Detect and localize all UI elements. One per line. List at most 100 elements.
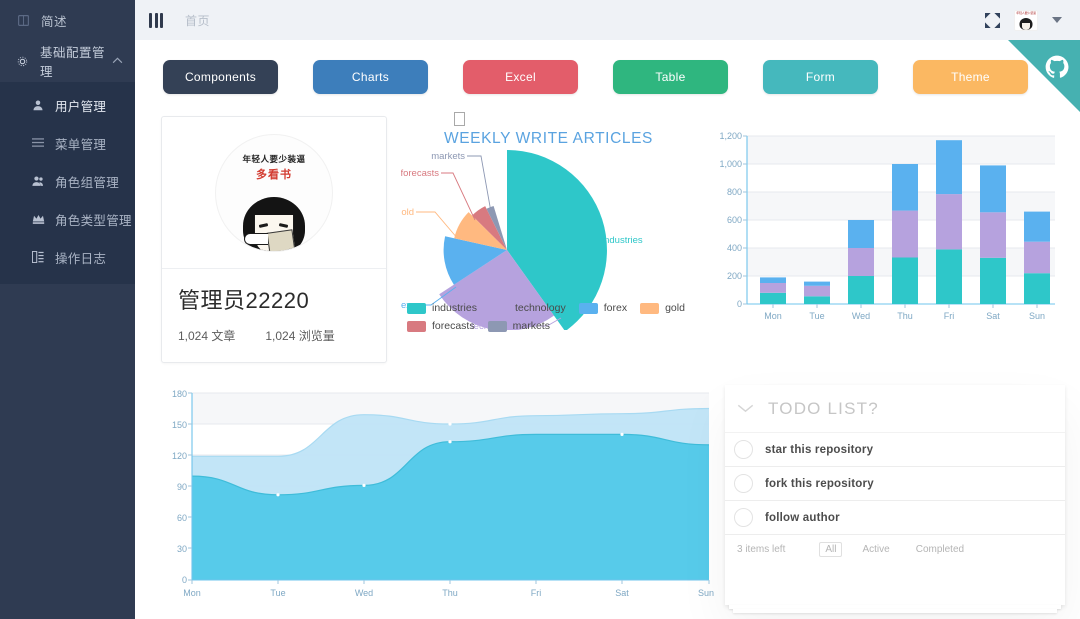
bar-chart-svg[interactable]: 0 200 400 600 800 1,000 1,200 Mon Tue We… bbox=[705, 124, 1065, 339]
pie-label-markets: markets bbox=[431, 151, 465, 162]
bar-y-ticks bbox=[743, 135, 747, 305]
pie-label-industries: industries bbox=[602, 235, 643, 246]
avatar-caption: 年轻人要少装逼 bbox=[1016, 10, 1036, 15]
svg-text:0: 0 bbox=[737, 299, 742, 309]
bar-segment-series-3[interactable] bbox=[892, 164, 918, 211]
svg-text:Sun: Sun bbox=[698, 588, 714, 598]
legend-item-technology[interactable]: technology bbox=[489, 302, 566, 314]
bar-column-wed[interactable] bbox=[848, 220, 874, 304]
legend-item-gold[interactable]: gold bbox=[640, 302, 685, 314]
todo-checkbox[interactable] bbox=[734, 508, 753, 527]
bar-segment-series-1[interactable] bbox=[1024, 273, 1050, 304]
avatar[interactable]: 年轻人要少装逼 bbox=[1014, 9, 1038, 31]
bar-segment-series-2[interactable] bbox=[936, 194, 962, 250]
bar-column-thu[interactable] bbox=[892, 164, 918, 304]
topbar: 首页 年轻人要少装逼 bbox=[135, 0, 1080, 40]
svg-text:Tue: Tue bbox=[809, 311, 824, 321]
bar-segment-series-2[interactable] bbox=[1024, 241, 1050, 274]
components-button[interactable]: Components bbox=[163, 60, 278, 94]
bar-segment-series-3[interactable] bbox=[980, 165, 1006, 213]
list-icon bbox=[30, 138, 46, 148]
missing-glyph-box bbox=[454, 112, 465, 126]
legend-item-markets[interactable]: markets bbox=[487, 320, 550, 332]
todo-item[interactable]: star this repository bbox=[725, 433, 1065, 467]
legend-label: gold bbox=[665, 302, 685, 314]
todo-filter-active[interactable]: Active bbox=[856, 542, 895, 557]
svg-text:Mon: Mon bbox=[183, 588, 201, 598]
bar-segment-series-1[interactable] bbox=[980, 257, 1006, 304]
svg-text:30: 30 bbox=[177, 544, 187, 554]
bar-segment-series-1[interactable] bbox=[848, 276, 874, 304]
bar-segment-series-2[interactable] bbox=[848, 248, 874, 276]
bar-column-tue[interactable] bbox=[804, 281, 830, 304]
bar-segment-series-3[interactable] bbox=[804, 281, 830, 286]
sidebar-item-label: 角色组管理 bbox=[55, 175, 120, 190]
form-button[interactable]: Form bbox=[763, 60, 878, 94]
bar-segment-series-3[interactable] bbox=[848, 220, 874, 248]
users-icon bbox=[30, 175, 46, 187]
user-card-body: 管理员22220 1,024 文章 1,024 浏览量 bbox=[162, 269, 386, 362]
todo-checkbox[interactable] bbox=[734, 474, 753, 493]
github-corner-ribbon[interactable] bbox=[1008, 40, 1080, 112]
legend-label: industries bbox=[432, 302, 477, 314]
pie-leader-forecasts bbox=[441, 172, 476, 221]
bar-segment-series-1[interactable] bbox=[760, 292, 786, 304]
breadcrumb[interactable]: 首页 bbox=[185, 12, 210, 29]
charts-button[interactable]: Charts bbox=[313, 60, 428, 94]
todo-item[interactable]: follow author bbox=[725, 501, 1065, 535]
svg-text:800: 800 bbox=[727, 187, 742, 197]
user-icon bbox=[30, 99, 46, 111]
meme-arm bbox=[244, 232, 268, 245]
bar-segment-series-3[interactable] bbox=[936, 140, 962, 195]
todo-footer: 3 items left All Active Completed bbox=[725, 535, 1065, 563]
sidebar-brand[interactable]: 简述 bbox=[0, 0, 135, 40]
bar-segment-series-1[interactable] bbox=[892, 257, 918, 305]
todo-checkbox[interactable] bbox=[734, 440, 753, 459]
bar-segment-series-3[interactable] bbox=[760, 277, 786, 283]
bar-segment-series-2[interactable] bbox=[804, 285, 830, 297]
sidebar-item-operation-log[interactable]: 操作日志 bbox=[0, 238, 135, 276]
table-button[interactable]: Table bbox=[613, 60, 728, 94]
bar-x-ticklabels: Mon Tue Wed Thu Fri Sat Sun bbox=[764, 311, 1045, 321]
todo-title: TODO LIST? bbox=[768, 398, 879, 418]
hamburger-icon[interactable] bbox=[149, 12, 163, 28]
area-x-ticklabels: Mon Tue Wed Thu Fri Sat Sun bbox=[183, 588, 714, 598]
bar-column-sat[interactable] bbox=[980, 165, 1006, 304]
bar-segment-series-2[interactable] bbox=[980, 212, 1006, 258]
todo-filter-all[interactable]: All bbox=[819, 541, 843, 557]
user-profile-card: 年轻人要少装逼 多看书 管理员22220 1,024 文章 1,024 浏览量 bbox=[161, 116, 387, 363]
sidebar-item-menu-management[interactable]: 菜单管理 bbox=[0, 124, 135, 162]
bar-column-sun[interactable] bbox=[1024, 211, 1050, 304]
bar-column-mon[interactable] bbox=[760, 277, 786, 304]
topbar-actions: 年轻人要少装逼 bbox=[985, 9, 1066, 31]
chevron-up-icon bbox=[112, 56, 123, 67]
chevron-down-icon[interactable] bbox=[1052, 17, 1062, 23]
legend-item-industries[interactable]: industries bbox=[407, 302, 477, 314]
sidebar-group-basic-config[interactable]: 基础配置管理 bbox=[0, 40, 135, 82]
legend-item-forecasts[interactable]: forecasts bbox=[407, 320, 475, 332]
legend-label: forecasts bbox=[432, 320, 475, 332]
bar-segment-series-1[interactable] bbox=[936, 249, 962, 304]
todo-filters: All Active Completed bbox=[819, 541, 970, 557]
bar-segment-series-3[interactable] bbox=[1024, 211, 1050, 242]
svg-text:200: 200 bbox=[727, 271, 742, 281]
sidebar-item-role-group-management[interactable]: 角色组管理 bbox=[0, 162, 135, 200]
area-chart-svg[interactable]: 0 30 60 90 120 150 180 Mon Tue Wed Thu F… bbox=[157, 385, 717, 600]
bar-segment-series-1[interactable] bbox=[804, 296, 830, 304]
bar-column-fri[interactable] bbox=[936, 140, 962, 304]
bar-segment-series-2[interactable] bbox=[892, 210, 918, 258]
excel-button[interactable]: Excel bbox=[463, 60, 578, 94]
sidebar-item-user-management[interactable]: 用户管理 bbox=[0, 86, 135, 124]
main-content: 首页 年轻人要少装逼 Components Charts Excel Table… bbox=[135, 0, 1080, 619]
legend-item-forex[interactable]: forex bbox=[578, 302, 627, 314]
legend-swatch bbox=[489, 302, 509, 314]
sidebar-item-role-type-management[interactable]: 角色类型管理 bbox=[0, 200, 135, 238]
todo-item[interactable]: fork this repository bbox=[725, 467, 1065, 501]
svg-text:150: 150 bbox=[172, 420, 187, 430]
github-octocat-icon bbox=[1045, 55, 1069, 78]
sidebar-item-label: 角色类型管理 bbox=[55, 213, 132, 228]
fullscreen-icon[interactable] bbox=[985, 12, 1000, 28]
chevron-down-icon[interactable] bbox=[737, 400, 754, 418]
bar-segment-series-2[interactable] bbox=[760, 283, 786, 293]
todo-filter-completed[interactable]: Completed bbox=[910, 542, 970, 557]
